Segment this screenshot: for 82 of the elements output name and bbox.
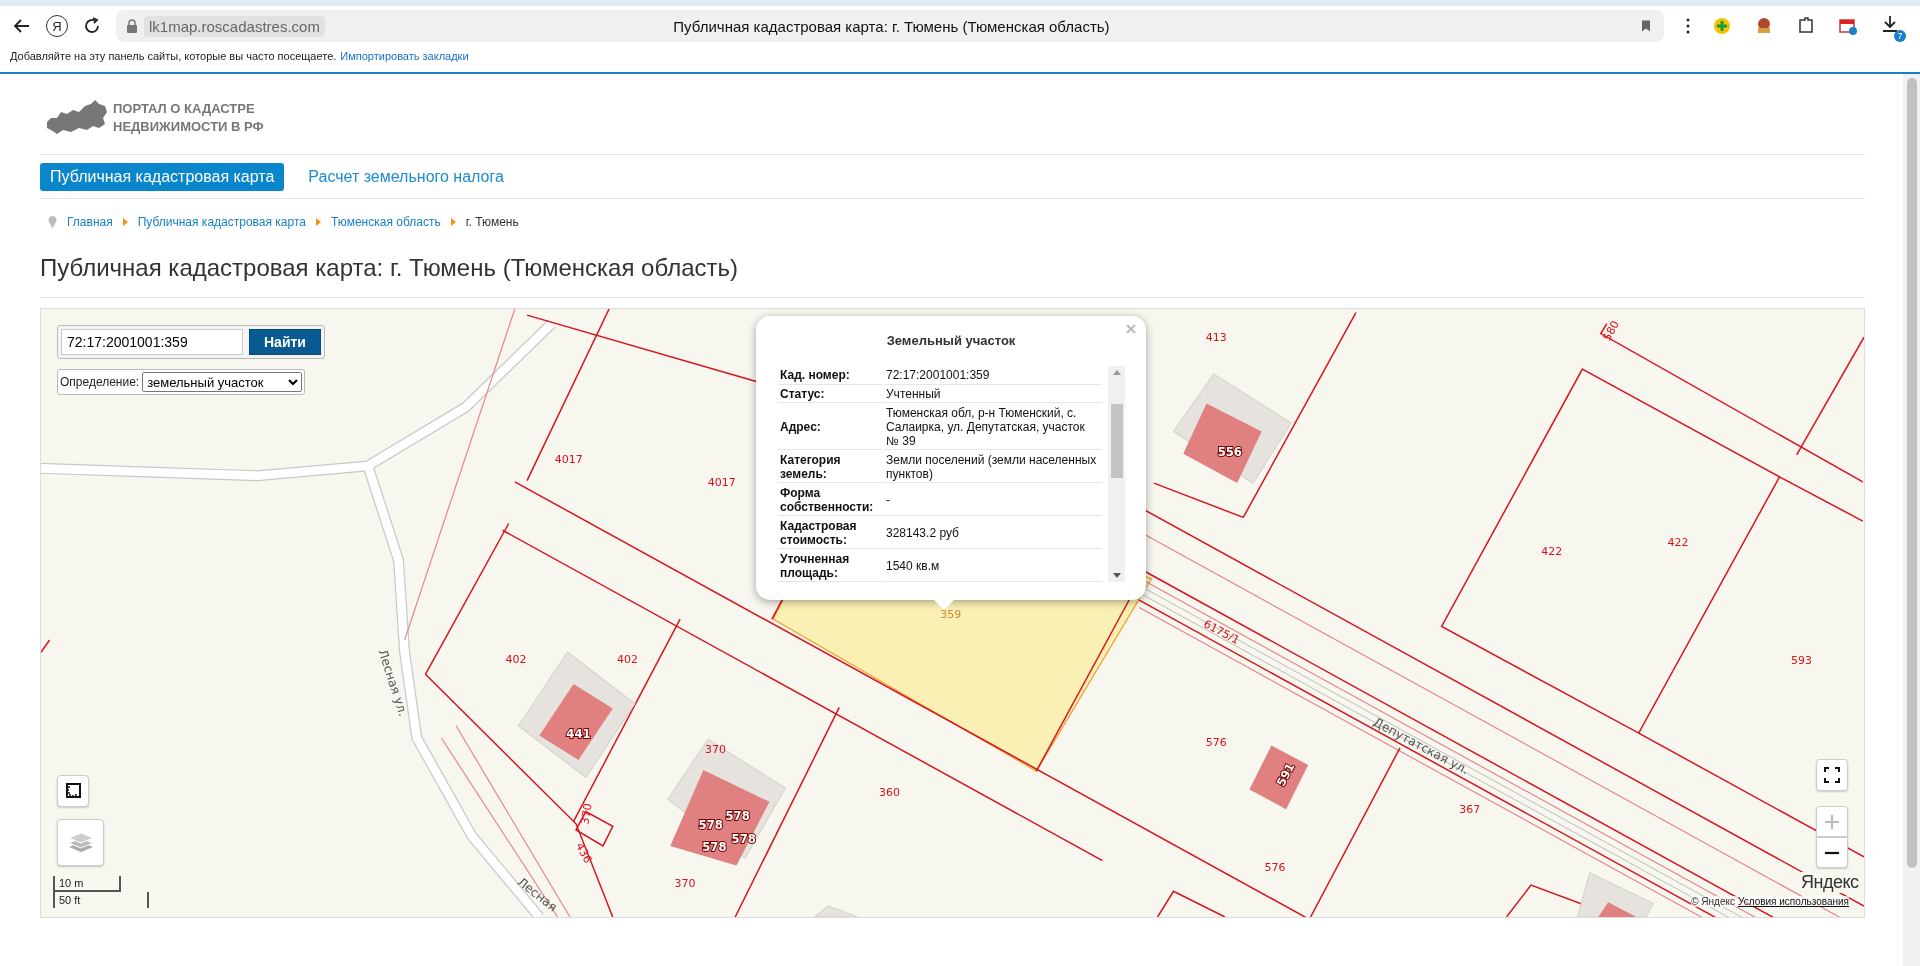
ruler-icon <box>65 783 81 799</box>
page-title: Публичная кадастровая карта: г. Тюмень (Тюменская область) <box>672 17 1111 35</box>
parcel-number: 402 <box>505 652 527 666</box>
building-number: 578 <box>702 839 727 854</box>
breadcrumb-link[interactable]: Тюменская область <box>330 215 441 229</box>
definition-select[interactable]: земельный участок <box>142 372 303 392</box>
definition-label: Определение: <box>60 375 140 389</box>
parcel-number: 580 <box>1600 318 1622 344</box>
field-value: 1540 кв.м <box>884 549 1102 582</box>
popup-title: Земельный участок <box>885 332 1017 350</box>
parcel-number: 576 <box>1264 860 1286 874</box>
portal-logo-text: НЕДВИЖИМОСТИ В РФ <box>113 117 264 136</box>
parcel-number: 367 <box>1459 803 1481 817</box>
layers-icon <box>67 831 94 854</box>
field-label: Форма собственности: <box>778 483 882 517</box>
field-label: Статус: <box>778 384 882 403</box>
field-value: 328143.2 руб <box>884 516 1102 550</box>
building-number: 578 <box>698 817 723 832</box>
field-label: Уточненная площадь: <box>778 549 882 582</box>
field-label: Кадастровая стоимость: <box>778 516 882 550</box>
reload-icon[interactable] <box>82 16 102 36</box>
map-provider-logo: Яндекс <box>1799 872 1861 893</box>
parcel-number: 370 <box>674 876 696 890</box>
breadcrumb-link[interactable]: Главная <box>67 215 113 229</box>
ruler-button[interactable] <box>57 775 89 807</box>
parcel-number: 593 <box>1791 653 1813 667</box>
field-value: Тюменская обл, р-н Тюменский, с. Салаирка, ул. Депутатская, участок № 39 <box>884 403 1102 451</box>
breadcrumb-separator-icon <box>315 218 321 226</box>
parcel-number: 422 <box>1541 544 1563 558</box>
address-bar[interactable]: lk1map.roscadastres.com Публичная кадастровая карта: г. Тюмень (Тюменская область) <box>116 10 1664 42</box>
field-label: Кад. номер: <box>778 366 882 385</box>
download-count-badge: 7 <box>1894 30 1906 42</box>
parcel-number: 370 <box>705 743 727 757</box>
page-scrollbar[interactable] <box>1903 74 1920 966</box>
portal-logo-text: ПОРТАЛ О КАДАСТРЕ <box>113 99 256 118</box>
field-value: Земли поселений (земли населенных пунктов) <box>884 450 1102 484</box>
parcel-number: 422 <box>1667 536 1689 550</box>
import-bookmarks-link[interactable]: Импортировать закладки <box>340 50 469 62</box>
popup-scrollbar[interactable] <box>1108 366 1125 582</box>
terms-link[interactable]: Условия использования <box>1738 896 1849 907</box>
fullscreen-button[interactable] <box>1816 759 1848 791</box>
scroll-down-icon[interactable] <box>1112 573 1121 578</box>
parcel-number: 4017 <box>554 452 583 466</box>
building <box>1249 745 1309 810</box>
extension-icon[interactable] <box>1838 16 1858 36</box>
copyright-text: © Яндекс <box>1691 896 1735 907</box>
field-label: Адрес: <box>778 403 882 451</box>
find-button[interactable]: Найти <box>249 329 321 355</box>
parcel-number: 370 <box>578 802 595 826</box>
nav-tab[interactable]: Публичная кадастровая карта <box>40 163 285 191</box>
bookmarks-hint: Добавляйте на эту панель сайты, которые вы часто посещаете. <box>10 50 337 62</box>
building-number: 591 <box>1273 760 1298 789</box>
field-value: 72:17:2001001:359 <box>884 366 1102 385</box>
field-label: Категория земель: <box>778 450 882 484</box>
building-number: 578 <box>725 809 750 823</box>
url-text: lk1map.roscadastres.com <box>144 15 325 37</box>
location-pin-icon <box>48 216 57 228</box>
field-value: - <box>884 483 1102 517</box>
breadcrumb-current: г. Тюмень <box>465 215 519 229</box>
building-number: 441 <box>566 726 591 741</box>
zoom-out-button[interactable] <box>1816 837 1848 868</box>
parcel-number: 4017 <box>707 476 736 490</box>
parcel-number: 402 <box>616 652 638 666</box>
fullscreen-icon <box>1824 767 1840 783</box>
nav-tab[interactable]: Расчет земельного налога <box>298 163 514 191</box>
lock-icon <box>126 19 138 33</box>
parcel-number: 360 <box>878 786 900 800</box>
page-heading: Публичная кадастровая карта: г. Тюмень (Тюменская область) <box>40 253 739 283</box>
scale-bar: 10 m 50 ft <box>53 876 149 908</box>
download-icon[interactable] <box>1880 14 1900 34</box>
breadcrumb-link[interactable]: Публичная кадастровая карта <box>137 215 306 229</box>
breadcrumb-separator-icon <box>122 218 128 226</box>
parcel-number: 359 <box>940 608 962 622</box>
plus-icon <box>1825 814 1839 829</box>
field-value: Учтенный <box>884 384 1102 403</box>
building-number: 556 <box>1217 444 1242 459</box>
parcel-number: 576 <box>1205 735 1227 749</box>
breadcrumb-separator-icon <box>450 218 456 226</box>
parcel-number: 413 <box>1205 331 1227 345</box>
extension-icon[interactable] <box>1712 16 1732 36</box>
cadastral-number-field[interactable]: 72:17:2001001:359 <box>61 329 243 355</box>
scroll-thumb[interactable] <box>1110 404 1123 478</box>
